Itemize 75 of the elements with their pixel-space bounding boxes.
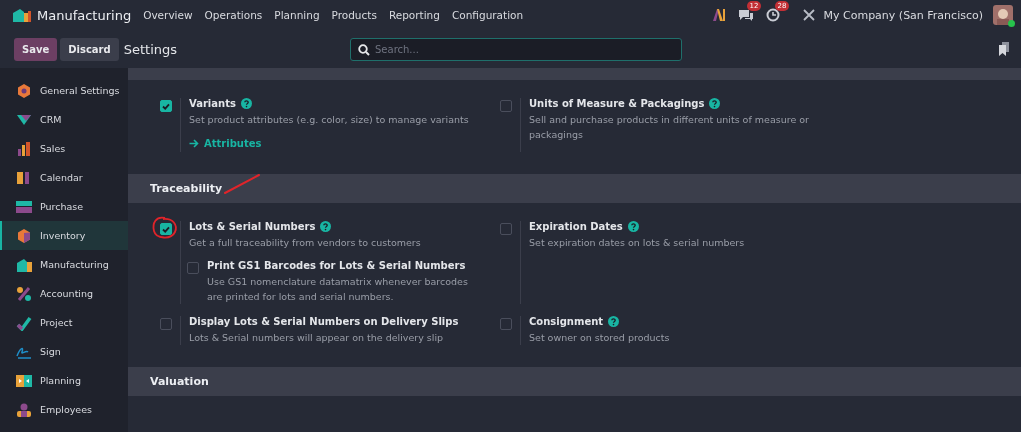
app-icon xyxy=(16,82,32,99)
setting-label: Variants xyxy=(189,98,236,109)
help-icon[interactable] xyxy=(709,98,721,109)
app-icon xyxy=(16,285,32,302)
app-icon[interactable] xyxy=(12,7,32,23)
search-icon xyxy=(358,43,370,56)
checkbox[interactable] xyxy=(160,318,172,330)
avatar[interactable] xyxy=(993,5,1013,25)
setting-description: Sell and purchase products in different units of measure or packagings xyxy=(529,113,810,142)
help-icon[interactable] xyxy=(627,221,639,232)
sidebar-item[interactable]: Calendar xyxy=(0,163,128,192)
checkmark-icon xyxy=(162,102,170,110)
sidebar-item[interactable]: Employees xyxy=(0,395,128,424)
setting-label: Units of Measure & Packagings xyxy=(529,98,705,109)
sidebar-item[interactable]: Project xyxy=(0,308,128,337)
company-switcher[interactable]: My Company (San Francisco) xyxy=(823,8,983,22)
help-icon[interactable] xyxy=(608,316,620,327)
checkbox[interactable] xyxy=(160,100,172,112)
app-name[interactable]: Manufacturing xyxy=(37,7,132,23)
setting-description: Set owner on stored products xyxy=(529,331,670,345)
checkbox[interactable] xyxy=(160,223,172,235)
setting-description: Get a full traceability from vendors to customers xyxy=(189,236,422,250)
sidebar-item[interactable]: Sales xyxy=(0,134,128,163)
setting-description: Set product attributes (e.g. color, size) to manage variants xyxy=(189,113,469,127)
setting-label: Print GS1 Barcodes for Lots & Serial Numbers xyxy=(207,260,466,271)
app-icon xyxy=(16,314,32,331)
setting-description: Use GS1 nomenclature datamatrix whenever barcodes are printed for lots and serial numbers. xyxy=(207,275,469,304)
annotation-stroke xyxy=(222,172,262,196)
app-icon xyxy=(16,140,32,157)
checkmark-icon xyxy=(162,225,170,233)
chat-icon[interactable] xyxy=(737,8,754,22)
setting-description: Set expiration dates on lots & serial numbers xyxy=(529,236,745,250)
setting-label: Display Lots & Serial Numbers on Delivery Slips xyxy=(189,316,459,327)
breadcrumb-title: Settings xyxy=(123,41,178,57)
app-icon xyxy=(16,198,32,215)
sidebar-item[interactable]: Planning xyxy=(0,366,128,395)
app-icon xyxy=(16,372,32,389)
ai-icon[interactable] xyxy=(711,8,726,22)
setting-description: Lots & Serial numbers will appear on the delivery slip xyxy=(189,331,445,345)
clock-icon[interactable] xyxy=(765,8,780,22)
arrow-right-icon xyxy=(189,139,199,148)
sidebar-item[interactable]: Inventory xyxy=(0,221,128,250)
checkbox[interactable] xyxy=(187,262,199,274)
sidebar-item[interactable]: Purchase xyxy=(0,192,128,221)
sidebar-item[interactable]: Sign xyxy=(0,337,128,366)
checkbox[interactable] xyxy=(500,318,512,330)
section-title: Traceability xyxy=(150,182,223,195)
checkbox[interactable] xyxy=(500,100,512,112)
menu-item[interactable]: Operations xyxy=(204,9,263,21)
menu-item[interactable]: Overview xyxy=(143,9,193,21)
bookmark-icon[interactable] xyxy=(999,42,1009,56)
sidebar-item[interactable]: Accounting xyxy=(0,279,128,308)
setting-label: Consignment xyxy=(529,316,604,327)
sidebar-item[interactable]: CRM xyxy=(0,105,128,134)
help-icon[interactable] xyxy=(320,221,332,232)
app-icon xyxy=(16,169,32,186)
menu-item[interactable]: Reporting xyxy=(388,9,440,21)
menu-item[interactable]: Products xyxy=(331,9,377,21)
online-status-icon xyxy=(1008,20,1015,27)
attributes-link[interactable]: Attributes xyxy=(189,138,262,149)
app-icon xyxy=(16,227,32,244)
setting-label: Expiration Dates xyxy=(529,221,623,232)
app-icon xyxy=(16,256,32,273)
checkbox[interactable] xyxy=(500,223,512,235)
setting-label: Lots & Serial Numbers xyxy=(189,221,316,232)
app-icon xyxy=(16,401,32,418)
menu-item[interactable]: Planning xyxy=(274,9,320,21)
menu-item[interactable]: Configuration xyxy=(451,9,524,21)
help-icon[interactable] xyxy=(240,98,252,109)
sidebar-item[interactable]: Manufacturing xyxy=(0,250,128,279)
search-field[interactable]: Search... xyxy=(350,37,682,61)
sidebar-item[interactable]: General Settings xyxy=(0,76,128,105)
section-title: Valuation xyxy=(150,375,209,388)
discard-button[interactable]: Discard xyxy=(60,37,119,61)
save-button[interactable]: Save xyxy=(14,37,58,61)
